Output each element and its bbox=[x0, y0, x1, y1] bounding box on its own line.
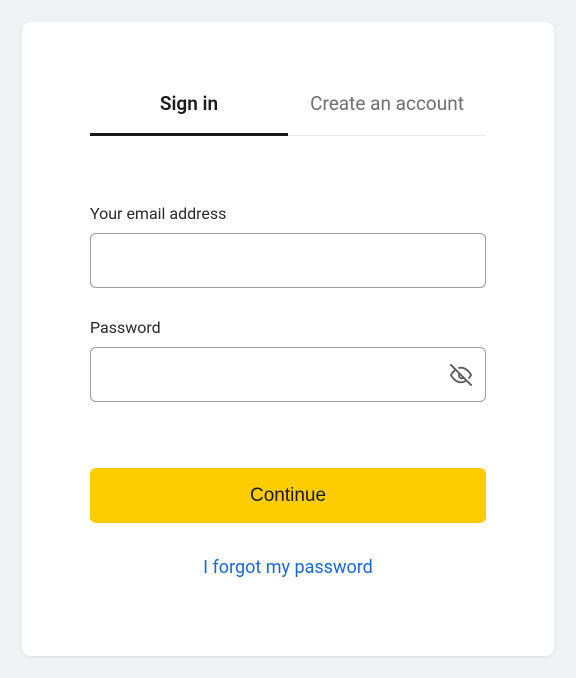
email-field[interactable] bbox=[90, 233, 486, 288]
auth-tabs: Sign in Create an account bbox=[90, 92, 486, 136]
email-label: Your email address bbox=[90, 204, 486, 223]
password-group: Password bbox=[90, 318, 486, 402]
tab-sign-in[interactable]: Sign in bbox=[90, 92, 288, 136]
password-input-wrap bbox=[90, 347, 486, 402]
forgot-password-wrap: I forgot my password bbox=[90, 557, 486, 578]
password-field[interactable] bbox=[90, 347, 486, 402]
email-group: Your email address bbox=[90, 204, 486, 288]
toggle-password-visibility[interactable] bbox=[450, 364, 472, 386]
continue-button[interactable]: Continue bbox=[90, 468, 486, 523]
eye-off-icon bbox=[450, 364, 472, 386]
email-input-wrap bbox=[90, 233, 486, 288]
password-label: Password bbox=[90, 318, 486, 337]
forgot-password-link[interactable]: I forgot my password bbox=[203, 557, 373, 578]
auth-card: Sign in Create an account Your email add… bbox=[22, 22, 554, 656]
tab-create-account[interactable]: Create an account bbox=[288, 92, 486, 135]
